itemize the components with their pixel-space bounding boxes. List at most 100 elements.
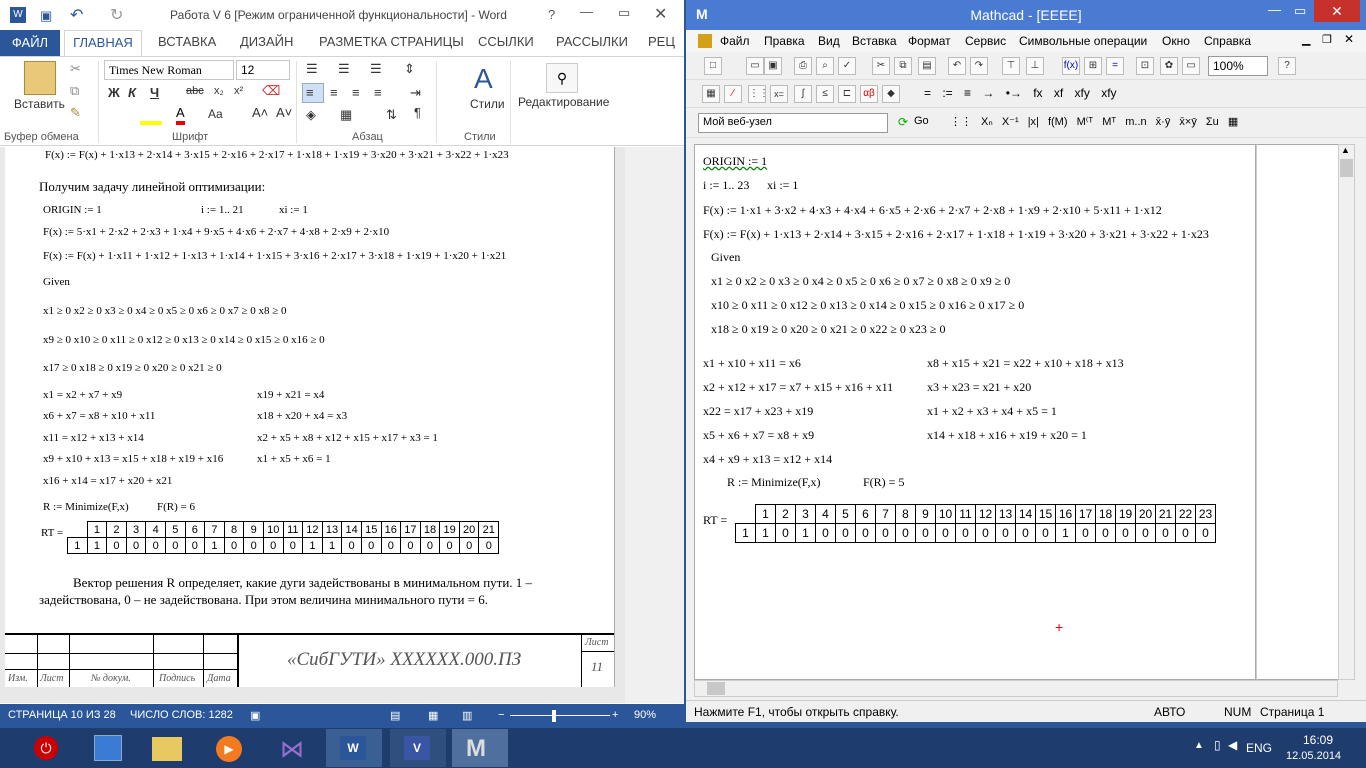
- go-icon[interactable]: ⟳: [898, 115, 908, 129]
- tab-references[interactable]: ССЫЛКИ: [478, 34, 534, 49]
- highlight-icon[interactable]: [140, 107, 162, 125]
- multilevel-icon[interactable]: ☰: [370, 61, 382, 77]
- equation[interactable]: x4 + x9 + x13 = x12 + x14: [703, 452, 832, 467]
- calculator-icon[interactable]: ▦: [702, 85, 720, 103]
- programming-icon[interactable]: ⊏: [838, 85, 856, 103]
- equation[interactable]: x5 + x6 + x7 = x8 + x9: [703, 428, 814, 443]
- insert-function-icon[interactable]: f(x): [1062, 57, 1080, 75]
- origin-def[interactable]: ORIGIN := 1: [703, 154, 767, 169]
- styles-button[interactable]: Стили: [470, 97, 505, 111]
- undo-icon[interactable]: ↶: [948, 57, 966, 75]
- zoom-slider[interactable]: [510, 715, 610, 716]
- paste-button[interactable]: Вставить: [14, 97, 65, 111]
- font-name-select[interactable]: Times New Roman: [104, 60, 234, 80]
- taskbar-visio[interactable]: V: [390, 729, 446, 767]
- zoom-select[interactable]: 100%: [1208, 56, 1268, 76]
- page-counter[interactable]: СТРАНИЦА 10 ИЗ 28: [8, 709, 116, 721]
- insert-unit-icon[interactable]: ⊞: [1084, 57, 1102, 75]
- zoom-in-icon[interactable]: +: [612, 709, 618, 721]
- graph-icon[interactable]: ⁄: [724, 85, 742, 103]
- constraints-row3[interactable]: x18 ≥ 0 x19 ≥ 0 x20 ≥ 0 x21 ≥ 0 x22 ≥ 0 …: [711, 322, 946, 337]
- pilcrow-icon[interactable]: ¶: [414, 105, 421, 120]
- font-color-icon[interactable]: A: [176, 105, 185, 125]
- taskbar-control-panel[interactable]: [82, 729, 138, 767]
- minimize-icon[interactable]: —: [580, 4, 593, 19]
- minimize-call[interactable]: R := Minimize(F,x): [727, 475, 820, 490]
- web-layout-icon[interactable]: ▥: [462, 709, 472, 722]
- scroll-thumb[interactable]: [1340, 159, 1353, 177]
- preview-icon[interactable]: ⌕: [816, 57, 834, 75]
- strikethrough-button[interactable]: abc: [186, 85, 204, 97]
- proofing-icon[interactable]: ▣: [250, 709, 260, 722]
- redo-icon[interactable]: ↻: [110, 5, 123, 25]
- window-icon[interactable]: ▭: [1182, 57, 1200, 75]
- doc-close-icon[interactable]: ✕: [1344, 32, 1354, 46]
- equation[interactable]: x1 + x10 + x11 = x6: [703, 356, 801, 371]
- indent-icon[interactable]: ⇥: [410, 85, 421, 101]
- grow-font-icon[interactable]: A˄: [252, 105, 268, 120]
- clock-time[interactable]: 16:09: [1298, 733, 1338, 747]
- justify-icon[interactable]: ≡: [374, 85, 382, 100]
- italic-button[interactable]: К: [128, 85, 136, 100]
- matrix-icon[interactable]: ⋮⋮: [748, 85, 769, 103]
- zoom-out-icon[interactable]: −: [498, 709, 504, 721]
- worksheet[interactable]: ORIGIN := 1 i := 1.. 23 xi := 1 F(x) := …: [694, 144, 1256, 680]
- constraints-row1[interactable]: x1 ≥ 0 x2 ≥ 0 x3 ≥ 0 x4 ≥ 0 x5 ≥ 0 x6 ≥ …: [711, 274, 1010, 289]
- calculus-icon[interactable]: ∫: [794, 85, 812, 103]
- redo-icon[interactable]: ↷: [970, 57, 988, 75]
- save-icon[interactable]: ▣: [40, 8, 52, 24]
- line-spacing-icon[interactable]: ⇕: [404, 61, 415, 77]
- doc-restore-icon[interactable]: ❐: [1322, 33, 1332, 46]
- equation[interactable]: x2 + x12 + x17 = x7 + x15 + x16 + x11: [703, 380, 893, 395]
- close-icon[interactable]: ✕: [654, 4, 667, 24]
- copy-icon[interactable]: ⧉: [70, 83, 79, 99]
- taskbar-word[interactable]: W: [326, 729, 382, 767]
- maximize-icon[interactable]: ▭: [618, 5, 630, 21]
- menu-tools[interactable]: Сервис: [965, 34, 1006, 48]
- zoom-slider-thumb[interactable]: [552, 710, 556, 722]
- go-button[interactable]: Go: [914, 115, 929, 127]
- superscript-button[interactable]: x²: [234, 85, 243, 97]
- minimize-icon[interactable]: —: [1268, 2, 1281, 17]
- editing-button[interactable]: Редактирование: [518, 95, 609, 109]
- read-mode-icon[interactable]: ▤: [390, 709, 400, 722]
- menu-file[interactable]: Файл: [720, 34, 750, 48]
- calculate-icon[interactable]: =: [1106, 57, 1124, 75]
- hscroll-thumb[interactable]: [707, 682, 725, 695]
- resource-select[interactable]: Мой веб-узел: [698, 113, 888, 133]
- tab-mailings[interactable]: РАССЫЛКИ: [556, 34, 628, 49]
- undo-icon[interactable]: ↶: [70, 5, 83, 25]
- zoom-level[interactable]: 90%: [634, 709, 656, 721]
- help-icon[interactable]: ?: [548, 7, 555, 22]
- word-vertical-scrollbar[interactable]: [625, 147, 684, 703]
- copy-icon[interactable]: ⧉: [894, 57, 912, 75]
- equation[interactable]: x22 = x17 + x23 + x19: [703, 404, 813, 419]
- word-count[interactable]: ЧИСЛО СЛОВ: 1282: [130, 709, 233, 721]
- maximize-icon[interactable]: ▭: [1294, 3, 1306, 19]
- mathcad-vertical-scrollbar[interactable]: ▲: [1338, 144, 1355, 680]
- menu-insert[interactable]: Вставка: [852, 34, 897, 48]
- language-indicator[interactable]: ENG: [1246, 741, 1272, 755]
- new-icon[interactable]: □: [704, 57, 722, 75]
- clock-date[interactable]: 12.05.2014: [1286, 750, 1341, 762]
- tab-file[interactable]: ФАЙЛ: [0, 30, 60, 56]
- transpose-label[interactable]: RT =: [703, 513, 727, 528]
- menu-symbolic[interactable]: Символьные операции: [1019, 34, 1147, 48]
- tab-home[interactable]: ГЛАВНАЯ: [64, 30, 142, 57]
- equation[interactable]: x8 + x15 + x21 = x22 + x10 + x18 + x13: [927, 356, 1124, 371]
- menu-format[interactable]: Формат: [908, 34, 951, 48]
- network-icon[interactable]: ▯: [1214, 738, 1221, 752]
- scroll-up-icon[interactable]: ▲: [1341, 145, 1350, 155]
- help-icon[interactable]: ?: [1278, 57, 1296, 75]
- matrix-operators[interactable]: ⋮⋮ Xₙ X⁻¹ |x| f(M) M⁽ᵀ Mᵀ m..n x̄·ȳ x̄×ȳ…: [950, 115, 1238, 128]
- print-layout-icon[interactable]: ▦: [428, 709, 438, 722]
- objective-part1[interactable]: F(x) := 1·x1 + 3·x2 + 4·x3 + 4·x4 + 6·x5…: [703, 203, 1162, 218]
- given-keyword[interactable]: Given: [711, 250, 740, 265]
- resources-icon[interactable]: ✿: [1160, 57, 1178, 75]
- taskbar-explorer[interactable]: [140, 729, 196, 767]
- bold-button[interactable]: Ж: [108, 85, 120, 100]
- doc-minimize-icon[interactable]: ▁: [1302, 33, 1310, 46]
- styles-icon[interactable]: A: [474, 63, 493, 95]
- underline-button[interactable]: Ч: [150, 85, 159, 100]
- print-icon[interactable]: ⎙: [794, 57, 812, 75]
